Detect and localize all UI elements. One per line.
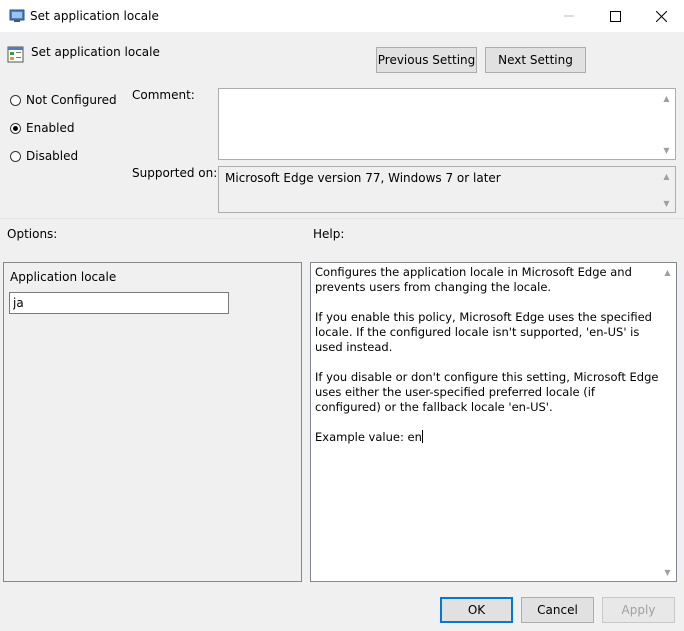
apply-button[interactable]: Apply xyxy=(602,597,675,623)
radio-circle-selected[interactable] xyxy=(10,122,21,134)
help-label: Help: xyxy=(313,227,345,241)
radio-disabled[interactable]: Disabled xyxy=(10,148,78,164)
minimize-button[interactable] xyxy=(546,0,592,32)
maximize-icon xyxy=(609,10,621,22)
minimize-icon xyxy=(564,15,574,17)
help-text: Configures the application locale in Mic… xyxy=(315,265,659,460)
scroll-up-icon[interactable]: ▲ xyxy=(658,91,675,105)
options-label: Options: xyxy=(7,227,58,241)
window-title: Set application locale xyxy=(30,9,159,23)
previous-setting-button[interactable]: Previous Setting xyxy=(376,47,477,73)
application-locale-label: Application locale xyxy=(10,270,117,284)
comment-label: Comment: xyxy=(132,88,195,102)
scroll-down-icon[interactable]: ▼ xyxy=(658,196,675,210)
help-scrollbar[interactable]: ▲ ▼ xyxy=(659,263,676,581)
application-locale-input[interactable] xyxy=(9,292,229,314)
radio-enabled[interactable]: Enabled xyxy=(10,120,75,136)
help-paragraph-example: Example value: en xyxy=(315,430,659,445)
next-setting-button[interactable]: Next Setting xyxy=(485,47,586,73)
radio-circle[interactable] xyxy=(10,94,21,106)
radio-label: Not Configured xyxy=(26,93,117,107)
scroll-down-icon[interactable]: ▼ xyxy=(658,143,675,157)
supported-scrollbar[interactable]: ▲ ▼ xyxy=(658,167,675,212)
scroll-down-icon[interactable]: ▼ xyxy=(659,565,676,579)
help-example-text: Example value: en xyxy=(315,430,422,444)
radio-circle[interactable] xyxy=(10,150,21,162)
comment-textarea[interactable]: ▲ ▼ xyxy=(218,88,676,160)
ok-button[interactable]: OK xyxy=(440,597,513,623)
title-bar: Set application locale xyxy=(0,0,684,32)
scroll-up-icon[interactable]: ▲ xyxy=(659,265,676,279)
group-policy-icon xyxy=(9,9,25,22)
help-paragraph: If you disable or don't configure this s… xyxy=(315,370,659,414)
policy-setting-icon xyxy=(7,46,24,63)
close-icon xyxy=(655,10,667,22)
supported-on-label: Supported on: xyxy=(132,166,218,180)
supported-on-box: Microsoft Edge version 77, Windows 7 or … xyxy=(218,166,676,213)
radio-label: Enabled xyxy=(26,121,75,135)
text-cursor xyxy=(421,430,423,443)
close-button[interactable] xyxy=(638,0,684,32)
help-paragraph: Configures the application locale in Mic… xyxy=(315,265,632,294)
scroll-up-icon[interactable]: ▲ xyxy=(658,169,675,183)
options-panel: Application locale xyxy=(3,262,302,582)
cancel-button[interactable]: Cancel xyxy=(521,597,594,623)
supported-on-value: Microsoft Edge version 77, Windows 7 or … xyxy=(225,171,501,185)
help-paragraph: If you enable this policy, Microsoft Edg… xyxy=(315,310,652,354)
maximize-button[interactable] xyxy=(592,0,638,32)
help-panel: Configures the application locale in Mic… xyxy=(310,262,677,582)
policy-title: Set application locale xyxy=(31,45,160,59)
radio-label: Disabled xyxy=(26,149,79,163)
comment-scrollbar[interactable]: ▲ ▼ xyxy=(658,89,675,159)
radio-not-configured[interactable]: Not Configured xyxy=(10,92,117,108)
divider xyxy=(0,218,684,219)
